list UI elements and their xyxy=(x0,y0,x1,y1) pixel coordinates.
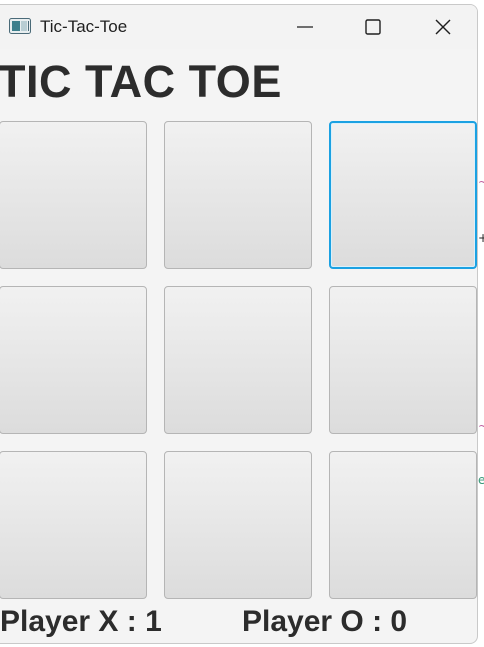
board-cell-r1-c3[interactable] xyxy=(329,121,477,269)
background-text-fragment: ~ xyxy=(478,175,484,189)
background-text-fragment: + xyxy=(478,231,484,245)
background-text-fragment: e xyxy=(478,473,484,487)
background-text-fragment: ~ xyxy=(478,419,484,433)
maximize-icon xyxy=(365,19,381,35)
player-x-score: Player X : 1 xyxy=(0,605,162,638)
board-cell-r3-c1[interactable] xyxy=(0,451,147,599)
board-cell-r1-c2[interactable] xyxy=(164,121,312,269)
close-button[interactable] xyxy=(413,5,473,49)
minimize-button[interactable] xyxy=(275,5,335,49)
game-heading: TIC TAC TOE xyxy=(0,56,282,107)
player-o-score: Player O : 0 xyxy=(242,605,408,638)
background-window-edge xyxy=(478,0,484,647)
board-cell-r1-c1[interactable] xyxy=(0,121,147,269)
board-cell-r3-c2[interactable] xyxy=(164,451,312,599)
board-cell-r3-c3[interactable] xyxy=(329,451,477,599)
title-bar[interactable]: Tic-Tac-Toe xyxy=(0,5,477,49)
close-icon xyxy=(435,19,451,35)
window-title: Tic-Tac-Toe xyxy=(40,17,128,36)
board-cell-r2-c3[interactable] xyxy=(329,286,477,434)
board-cell-r2-c2[interactable] xyxy=(164,286,312,434)
app-icon xyxy=(9,18,31,34)
maximize-button[interactable] xyxy=(343,5,403,49)
board-cell-r2-c1[interactable] xyxy=(0,286,147,434)
minimize-icon xyxy=(297,26,313,28)
